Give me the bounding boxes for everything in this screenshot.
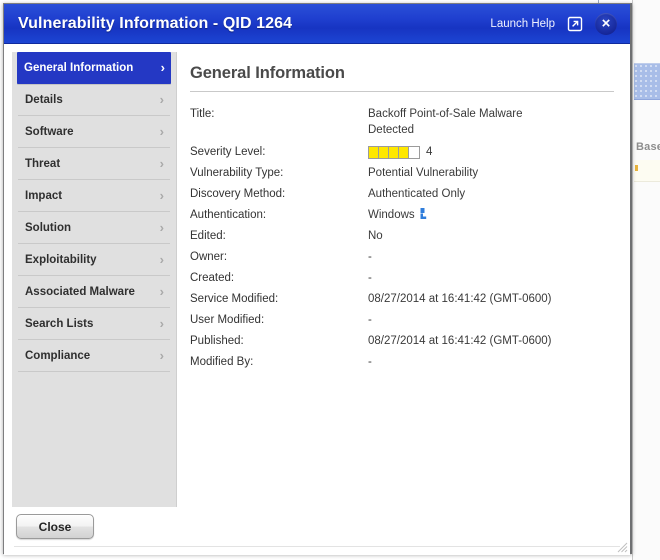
sidebar-item-solution[interactable]: Solution › <box>18 212 170 244</box>
sidebar-item-exploitability[interactable]: Exploitability › <box>18 244 170 276</box>
field-row: Modified By: - <box>190 354 630 371</box>
chevron-right-icon: › <box>159 124 164 139</box>
windows-auth-icon[interactable] <box>420 208 429 219</box>
field-row: Discovery Method: Authenticated Only <box>190 186 630 203</box>
field-value: 08/27/2014 at 16:41:42 (GMT-0600) <box>368 335 552 347</box>
severity-cell <box>409 146 419 158</box>
sidebar-item-label: Search Lists <box>25 317 94 330</box>
field-row: User Modified: - <box>190 312 630 329</box>
sidebar-item-label: Threat <box>25 157 61 170</box>
sidebar-item-label: General Information <box>24 61 134 74</box>
field-row: Owner: - <box>190 249 630 266</box>
chevron-right-icon: › <box>159 220 164 235</box>
severity-cell <box>379 146 389 158</box>
field-value: 08/27/2014 at 16:41:42 (GMT-0600) <box>368 293 552 305</box>
page-title: General Information <box>190 64 345 82</box>
close-icon: × <box>601 14 611 32</box>
close-button[interactable]: Close <box>16 514 94 539</box>
sidebar-item-label: Solution <box>25 221 71 234</box>
field-label: Authentication: <box>190 209 267 221</box>
background-table-row <box>634 160 660 182</box>
field-label: User Modified: <box>190 314 265 326</box>
field-value: No <box>368 230 383 242</box>
field-label: Vulnerability Type: <box>190 167 284 179</box>
severity-cell <box>369 146 379 158</box>
content-pane: General Information Title: Backoff Point-… <box>178 52 630 507</box>
title-divider <box>190 91 614 92</box>
field-value: - <box>368 356 372 368</box>
field-label: Service Modified: <box>190 293 279 305</box>
field-row: Published: 08/27/2014 at 16:41:42 (GMT-06… <box>190 333 630 350</box>
footer-divider <box>14 546 620 547</box>
field-label: Title: <box>190 108 215 120</box>
field-row: Edited: No <box>190 228 630 245</box>
field-row: Vulnerability Type: Potential Vulnerabili… <box>190 165 630 182</box>
dialog-titlebar: Vulnerability Information - QID 1264 Lau… <box>4 4 630 44</box>
dialog-body: General Information › Details › Software › Thr… <box>4 44 630 507</box>
sidebar-item-search-lists[interactable]: Search Lists › <box>18 308 170 340</box>
dialog-footer: Close <box>4 507 630 555</box>
severity-cell <box>399 146 409 158</box>
general-information-fields: Title: Backoff Point-of-Sale Malware Dete… <box>190 106 630 371</box>
field-row: Authentication: Windows <box>190 207 630 224</box>
field-value: Potential Vulnerability <box>368 167 479 179</box>
sidebar-item-software[interactable]: Software › <box>18 116 170 148</box>
field-label: Discovery Method: <box>190 188 286 200</box>
background-row-marker <box>635 165 638 171</box>
severity-level-indicator: 4 <box>368 144 432 160</box>
field-label: Modified By: <box>190 356 254 368</box>
sidebar-item-associated-malware[interactable]: Associated Malware › <box>18 276 170 308</box>
sidebar-item-threat[interactable]: Threat › <box>18 148 170 180</box>
field-value: Backoff Point-of-Sale Malware Detected <box>368 108 523 136</box>
sidebar-item-label: Details <box>25 93 63 106</box>
chevron-right-icon: › <box>159 252 164 267</box>
field-value: - <box>368 272 372 284</box>
field-label: Created: <box>190 272 235 284</box>
resize-grip-icon[interactable] <box>617 542 628 553</box>
field-value: Authenticated Only <box>368 188 466 200</box>
section-nav-sidebar: General Information › Details › Software › Thr… <box>12 52 177 507</box>
launch-help-link[interactable]: Launch Help <box>490 18 555 30</box>
sidebar-item-label: Associated Malware <box>25 285 135 298</box>
field-row: Title: Backoff Point-of-Sale Malware Dete… <box>190 106 630 138</box>
sidebar-item-general-information[interactable]: General Information › <box>17 52 171 84</box>
sidebar-item-label: Exploitability <box>25 253 97 266</box>
sidebar-item-impact[interactable]: Impact › <box>18 180 170 212</box>
sidebar-item-compliance[interactable]: Compliance › <box>18 340 170 372</box>
field-row: Created: - <box>190 270 630 287</box>
chevron-right-icon: › <box>159 92 164 107</box>
field-value: - <box>368 251 372 263</box>
chevron-right-icon: › <box>159 348 164 363</box>
field-label: Published: <box>190 335 244 347</box>
chevron-right-icon: › <box>160 60 165 75</box>
close-dialog-button[interactable]: × <box>595 12 617 35</box>
sidebar-item-details[interactable]: Details › <box>18 84 170 116</box>
field-row: Service Modified: 08/27/2014 at 16:41:42 … <box>190 291 630 308</box>
sidebar-item-label: Impact <box>25 189 63 202</box>
chevron-right-icon: › <box>159 284 164 299</box>
severity-value: 4 <box>426 146 433 158</box>
sidebar-item-label: Software <box>25 125 74 138</box>
chevron-right-icon: › <box>159 156 164 171</box>
chevron-right-icon: › <box>159 316 164 331</box>
dialog-title: Vulnerability Information - QID 1264 <box>18 14 293 32</box>
field-value: Windows <box>368 207 429 223</box>
field-label: Severity Level: <box>190 146 266 158</box>
field-label: Edited: <box>190 230 226 242</box>
titlebar-actions: Launch Help × <box>490 12 630 35</box>
vulnerability-information-dialog: Vulnerability Information - QID 1264 Lau… <box>3 3 632 555</box>
field-value: - <box>368 314 372 326</box>
severity-cell <box>389 146 399 158</box>
severity-boxes <box>368 145 420 159</box>
field-value-text: Windows <box>368 209 415 221</box>
background-selected-row <box>634 63 660 100</box>
chevron-right-icon: › <box>159 188 164 203</box>
background-column-header: Base <box>636 141 660 153</box>
sidebar-item-label: Compliance <box>25 349 91 362</box>
field-label: Owner: <box>190 251 228 263</box>
field-row: Severity Level: 4 <box>190 144 630 161</box>
external-link-icon[interactable] <box>567 16 583 32</box>
